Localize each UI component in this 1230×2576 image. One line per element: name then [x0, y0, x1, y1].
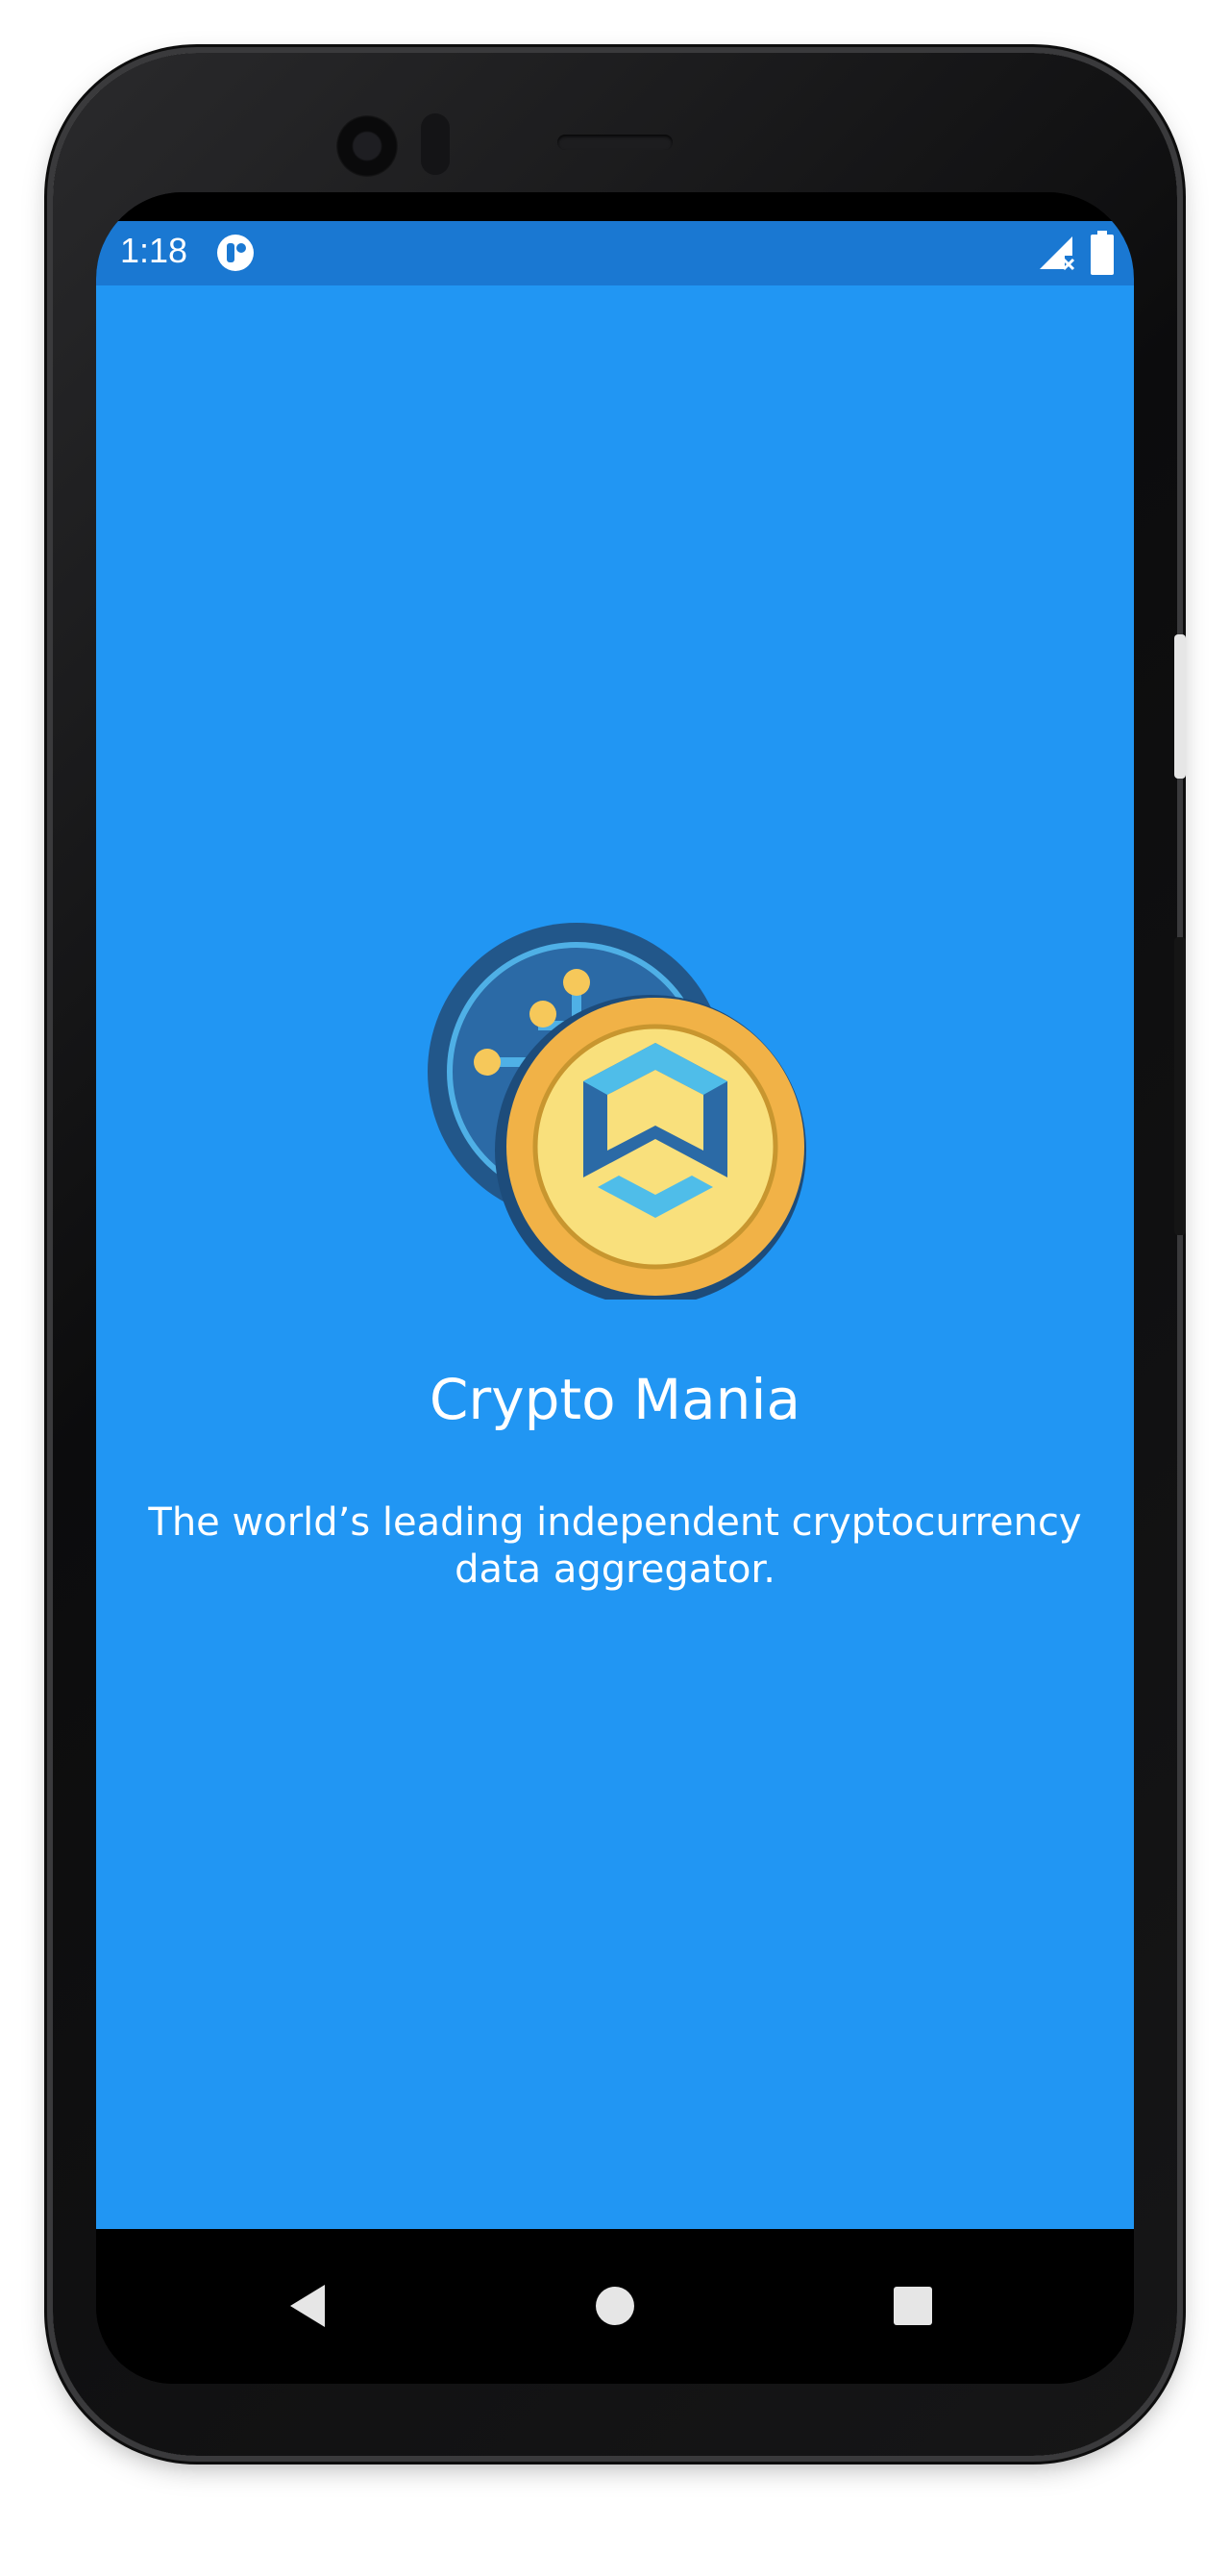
- back-triangle-icon: [290, 2285, 325, 2327]
- navigation-bar: [96, 2229, 1134, 2384]
- device-screen: 1:18 Crypto Mania The world’s leading in…: [96, 192, 1134, 2384]
- recents-square-icon: [894, 2287, 932, 2325]
- status-time: 1:18: [120, 231, 188, 270]
- splash-screen: Crypto Mania The world’s leading indepen…: [96, 285, 1134, 2229]
- status-bar: 1:18: [96, 221, 1134, 285]
- proximity-sensor: [421, 113, 450, 175]
- home-circle-icon: [596, 2287, 634, 2325]
- app-notification-icon: [217, 235, 254, 271]
- app-tagline: The world’s leading independent cryptocu…: [148, 1500, 1082, 1592]
- volume-button: [1174, 634, 1186, 779]
- app-title: Crypto Mania: [429, 1367, 801, 1432]
- back-button[interactable]: [269, 2267, 346, 2344]
- signal-no-sim-icon: [1040, 236, 1075, 271]
- power-button: [1174, 937, 1186, 1235]
- recents-button[interactable]: [874, 2267, 951, 2344]
- home-button[interactable]: [577, 2267, 653, 2344]
- front-camera: [336, 115, 398, 177]
- battery-full-icon: [1091, 231, 1114, 275]
- earpiece-speaker: [557, 135, 673, 150]
- crypto-coins-logo-icon: [428, 923, 806, 1300]
